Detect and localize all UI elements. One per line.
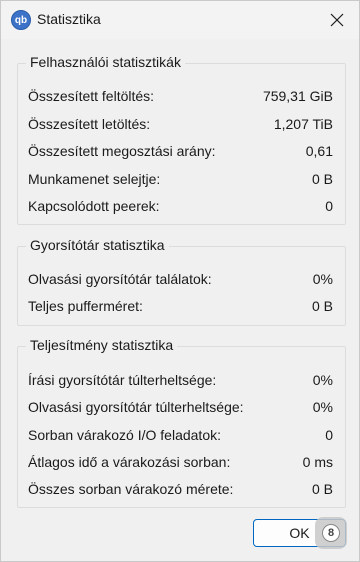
stat-label: Kapcsolódott peerek: <box>28 198 160 214</box>
stat-value: 0 <box>325 198 333 214</box>
stat-row: Olvasási gyorsítótár találatok: 0% <box>28 269 333 289</box>
stat-label: Összesített feltöltés: <box>28 88 155 104</box>
stat-row: Kapcsolódott peerek: 0 <box>28 196 333 216</box>
stat-value: 0 B <box>311 481 333 497</box>
stat-row: Összesített letöltés: 1,207 TiB <box>28 114 333 134</box>
stat-row: Összesített megosztási arány: 0,61 <box>28 141 333 161</box>
stat-row: Olvasási gyorsítótár túlterheltsége: 0% <box>28 397 333 417</box>
stat-row: Írási gyorsítótár túlterheltsége: 0% <box>28 370 333 390</box>
performance-statistics-group: Teljesítmény statisztika Írási gyorsítót… <box>17 337 346 508</box>
stat-value: 0% <box>312 372 333 388</box>
stat-label: Összes sorban várakozó mérete: <box>28 481 234 497</box>
close-button[interactable] <box>315 1 359 39</box>
close-icon <box>330 13 344 27</box>
stat-value: 0 <box>325 427 333 443</box>
stat-label: Sorban várakozó I/O feladatok: <box>28 427 221 443</box>
stat-label: Teljes pufferméret: <box>28 298 143 314</box>
qbittorrent-icon: qb <box>11 10 31 30</box>
stat-value: 0,61 <box>305 143 333 159</box>
stat-label: Összesített letöltés: <box>28 116 151 132</box>
stat-row: Teljes pufferméret: 0 B <box>28 296 333 316</box>
stat-value: 0 B <box>311 298 333 314</box>
stat-row: Munkamenet selejtje: 0 B <box>28 169 333 189</box>
title-bar: qb Statisztika <box>1 1 359 39</box>
stat-label: Munkamenet selejtje: <box>28 171 161 187</box>
stat-label: Átlagos idő a várakozási sorban: <box>28 454 231 470</box>
stat-label: Írási gyorsítótár túlterheltsége: <box>28 372 217 388</box>
stat-row: Összes sorban várakozó mérete: 0 B <box>28 479 333 499</box>
stat-row: Átlagos idő a várakozási sorban: 0 ms <box>28 452 333 472</box>
statistics-dialog: qb Statisztika Felhasználói statisztikák… <box>0 0 360 562</box>
group-title: Teljesítmény statisztika <box>26 337 178 353</box>
stat-label: Olvasási gyorsítótár túlterheltsége: <box>28 399 244 415</box>
stat-value: 0 ms <box>302 454 333 470</box>
badge-icon: 8 <box>322 524 340 542</box>
stat-value: 759,31 GiB <box>262 88 333 104</box>
stat-row: Összesített feltöltés: 759,31 GiB <box>28 86 333 106</box>
stat-label: Összesített megosztási arány: <box>28 143 216 159</box>
user-statistics-group: Felhasználói statisztikák Összesített fe… <box>17 54 346 225</box>
stat-row: Sorban várakozó I/O feladatok: 0 <box>28 425 333 445</box>
stat-value: 0% <box>312 399 333 415</box>
cache-statistics-group: Gyorsítótár statisztika Olvasási gyorsít… <box>17 237 346 326</box>
overlay-widget-icon[interactable]: 8 <box>315 517 347 549</box>
stat-value: 1,207 TiB <box>273 116 333 132</box>
window-title: Statisztika <box>37 11 101 27</box>
stat-label: Olvasási gyorsítótár találatok: <box>28 271 212 287</box>
group-title: Felhasználói statisztikák <box>26 54 185 70</box>
group-title: Gyorsítótár statisztika <box>26 237 169 253</box>
stat-value: 0 B <box>311 171 333 187</box>
stat-value: 0% <box>312 271 333 287</box>
